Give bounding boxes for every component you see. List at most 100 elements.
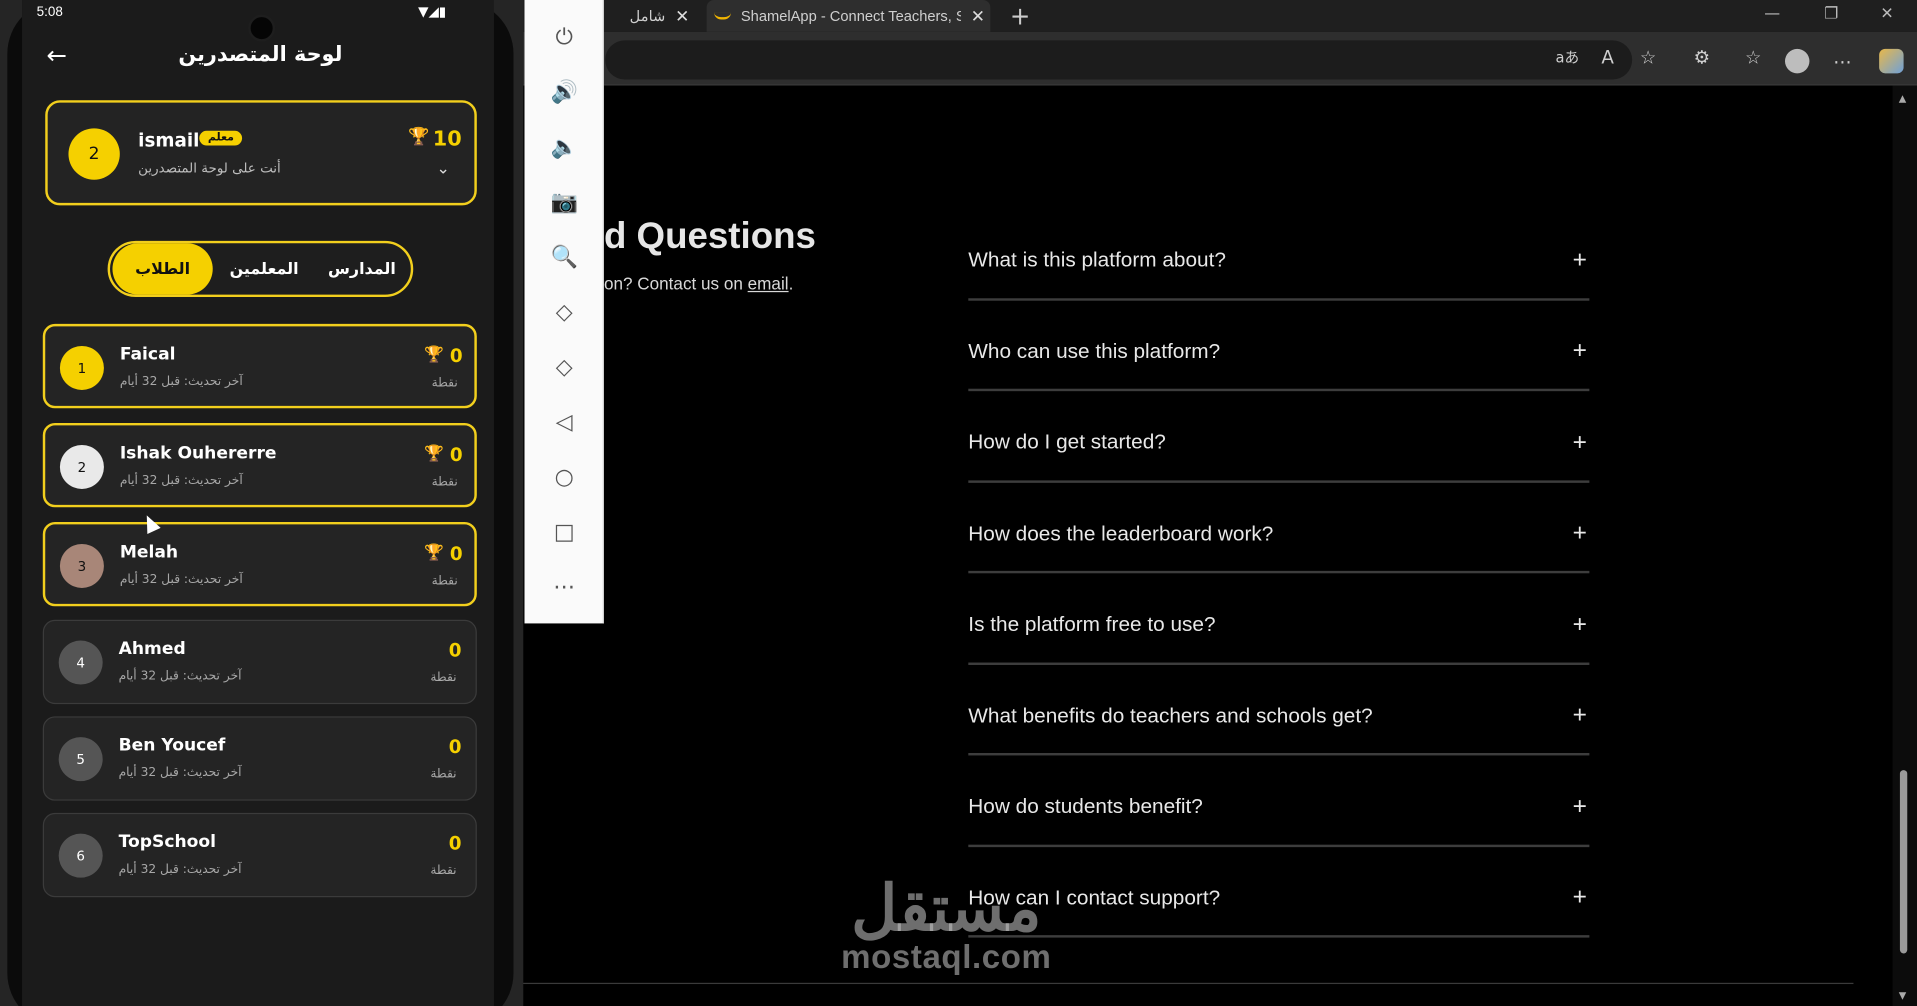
close-tab-icon[interactable]: ✕ — [675, 6, 689, 27]
screen-root: شامل ✕ ShamelApp - Connect Teachers, S ✕… — [0, 0, 1917, 1006]
faq-item[interactable]: Who can use this platform? + — [968, 300, 1590, 392]
rank-circle: 3 — [59, 543, 104, 588]
player-score: 0 — [449, 344, 463, 367]
faq-item[interactable]: How do students benefit? + — [968, 755, 1590, 847]
front-camera — [248, 14, 276, 42]
rank-circle: 5 — [58, 737, 103, 782]
mostaql-watermark: مستقل mostaql.com — [841, 875, 1051, 976]
faq-question: Who can use this platform? — [968, 339, 1221, 363]
more-dots-icon[interactable]: ⋯ — [524, 575, 603, 601]
expand-plus-icon[interactable]: + — [1573, 338, 1587, 366]
expand-plus-icon[interactable]: + — [1573, 702, 1587, 730]
last-updated: آخر تحديث: قبل 32 أيام — [119, 375, 243, 389]
watermark-latin: mostaql.com — [841, 938, 1052, 976]
player-score: 0 — [448, 832, 462, 855]
faq-item[interactable]: How can I contact support? + — [968, 847, 1590, 938]
faq-item[interactable]: What is this platform about? + — [968, 209, 1590, 301]
expand-plus-icon[interactable]: + — [1573, 884, 1587, 912]
leaderboard-row[interactable]: 1 Faical آخر تحديث: قبل 32 أيام 🏆 0 نقطة — [42, 323, 477, 409]
role-badge: معلم — [199, 130, 243, 146]
leaderboard-row[interactable]: 2 Ishak Ouhererre آخر تحديث: قبل 32 أيام 🏆 0… — [42, 422, 477, 508]
player-name: TopSchool — [118, 832, 217, 853]
minimize-icon[interactable]: — — [1764, 5, 1780, 23]
expand-plus-icon[interactable]: + — [1573, 247, 1587, 275]
points-unit: نقطة — [430, 767, 457, 782]
player-name: Ishak Ouhererre — [119, 443, 277, 464]
favorite-star-icon[interactable]: ☆ — [1636, 46, 1660, 73]
player-score: 0 — [448, 639, 462, 662]
more-menu-icon[interactable]: … — [1830, 46, 1854, 73]
leaderboard-segments: الطلاب المعلمين المدارس — [107, 240, 414, 298]
tab-shamelapp[interactable]: ShamelApp - Connect Teachers, S ✕ — [706, 0, 991, 32]
faq-item[interactable]: Is the platform free to use? + — [968, 573, 1590, 665]
new-tab-button[interactable]: + — [1010, 1, 1030, 30]
user-points: 10 — [432, 127, 462, 152]
scrollbar-thumb[interactable] — [1899, 770, 1908, 954]
favorites-icon[interactable]: ☆ — [1741, 46, 1765, 73]
email-link[interactable]: email — [748, 274, 789, 294]
close-window-icon[interactable]: ✕ — [1880, 5, 1893, 23]
zoom-icon[interactable]: 🔍 — [524, 244, 603, 270]
faq-subtitle: on? Contact us on email. — [604, 274, 793, 294]
points-unit: نقطة — [431, 475, 458, 489]
expand-plus-icon[interactable]: + — [1573, 793, 1587, 821]
scroll-up-arrow-icon[interactable]: ▲ — [1899, 93, 1907, 104]
footer-divider — [513, 982, 1854, 985]
faq-question: What benefits do teachers and schools ge… — [968, 703, 1373, 728]
translate-icon[interactable]: aあ — [1555, 46, 1580, 73]
extensions-icon[interactable]: ⚙ — [1690, 46, 1714, 73]
leaderboard-row[interactable]: 3 Melah آخر تحديث: قبل 32 أيام 🏆 0 نقطة — [42, 521, 477, 607]
tab-teachers[interactable]: المعلمين — [215, 243, 313, 294]
leaderboard-row[interactable]: 4 Ahmed آخر تحديث: قبل 32 أيام 0 نقطة — [42, 619, 477, 705]
volume-down-icon[interactable]: 🔈 — [524, 134, 603, 160]
close-tab-icon[interactable]: ✕ — [971, 6, 985, 27]
back-triangle-icon[interactable]: ◁ — [524, 410, 603, 436]
site-favicon-icon — [713, 12, 732, 20]
tab-schools[interactable]: المدارس — [315, 243, 408, 294]
faq-item[interactable]: How does the leaderboard work? + — [968, 482, 1590, 574]
expand-plus-icon[interactable]: + — [1573, 520, 1587, 548]
rank-circle: 2 — [68, 128, 120, 180]
emulator-toolbar: ⏻ 🔊 🔈 📷 🔍 ◇ ◇ ◁ ○ □ ⋯ — [524, 0, 604, 624]
leaderboard-row[interactable]: 6 TopSchool آخر تحديث: قبل 32 أيام 0 نقطة — [42, 812, 477, 898]
camera-icon[interactable]: 📷 — [524, 189, 603, 215]
profile-avatar[interactable] — [1784, 48, 1810, 74]
player-name: Ahmed — [118, 639, 186, 659]
rotate-left-icon[interactable]: ◇ — [524, 299, 603, 325]
faq-subtitle-end: . — [788, 273, 794, 294]
read-aloud-icon[interactable]: A — [1595, 46, 1619, 73]
overview-square-icon[interactable]: □ — [524, 520, 603, 546]
rank-circle: 1 — [59, 345, 104, 390]
faq-question: Is the platform free to use? — [968, 612, 1216, 636]
faq-question: What is this platform about? — [968, 248, 1226, 272]
trophy-icon: 🏆 — [408, 127, 430, 147]
watermark-arabic: مستقل — [851, 874, 1042, 945]
faq-question: How do I get started? — [968, 430, 1166, 454]
power-icon[interactable]: ⏻ — [524, 24, 603, 50]
chevron-down-icon[interactable]: ⌄ — [436, 160, 449, 178]
last-updated: آخر تحديث: قبل 32 أيام — [119, 573, 243, 587]
leaderboard-row[interactable]: 5 Ben Youcef آخر تحديث: قبل 32 أيام 0 نقطة — [42, 716, 477, 801]
last-updated: آخر تحديث: قبل 32 أيام — [118, 669, 242, 684]
faq-item[interactable]: How do I get started? + — [968, 391, 1590, 483]
home-circle-icon[interactable]: ○ — [524, 465, 603, 491]
points-unit: نقطة — [431, 574, 458, 588]
scroll-down-arrow-icon[interactable]: ▼ — [1899, 990, 1907, 1001]
faq-item[interactable]: What benefits do teachers and schools ge… — [968, 664, 1590, 756]
restore-icon[interactable]: ❐ — [1824, 5, 1838, 23]
tab-shamel[interactable]: شامل ✕ — [630, 0, 690, 32]
rotate-right-icon[interactable]: ◇ — [524, 354, 603, 380]
address-bar[interactable] — [605, 40, 1633, 80]
points-unit: نقطة — [430, 671, 457, 685]
volume-up-icon[interactable]: 🔊 — [524, 79, 603, 105]
expand-plus-icon[interactable]: + — [1573, 429, 1587, 457]
trophy-icon: 🏆 — [424, 345, 445, 365]
tab-students[interactable]: الطلاب — [112, 243, 213, 295]
rank-subtitle: أنت على لوحة المتصدرين — [138, 160, 281, 177]
tab-label: شامل — [629, 7, 666, 25]
expand-plus-icon[interactable]: + — [1573, 611, 1587, 639]
copilot-icon[interactable] — [1879, 48, 1904, 74]
rank-circle: 4 — [58, 640, 103, 685]
my-rank-card[interactable]: 2 ismail معلم أنت على لوحة المتصدرين 🏆 1… — [45, 100, 477, 206]
page-scrollbar[interactable]: ▲ ▼ — [1892, 85, 1917, 1006]
